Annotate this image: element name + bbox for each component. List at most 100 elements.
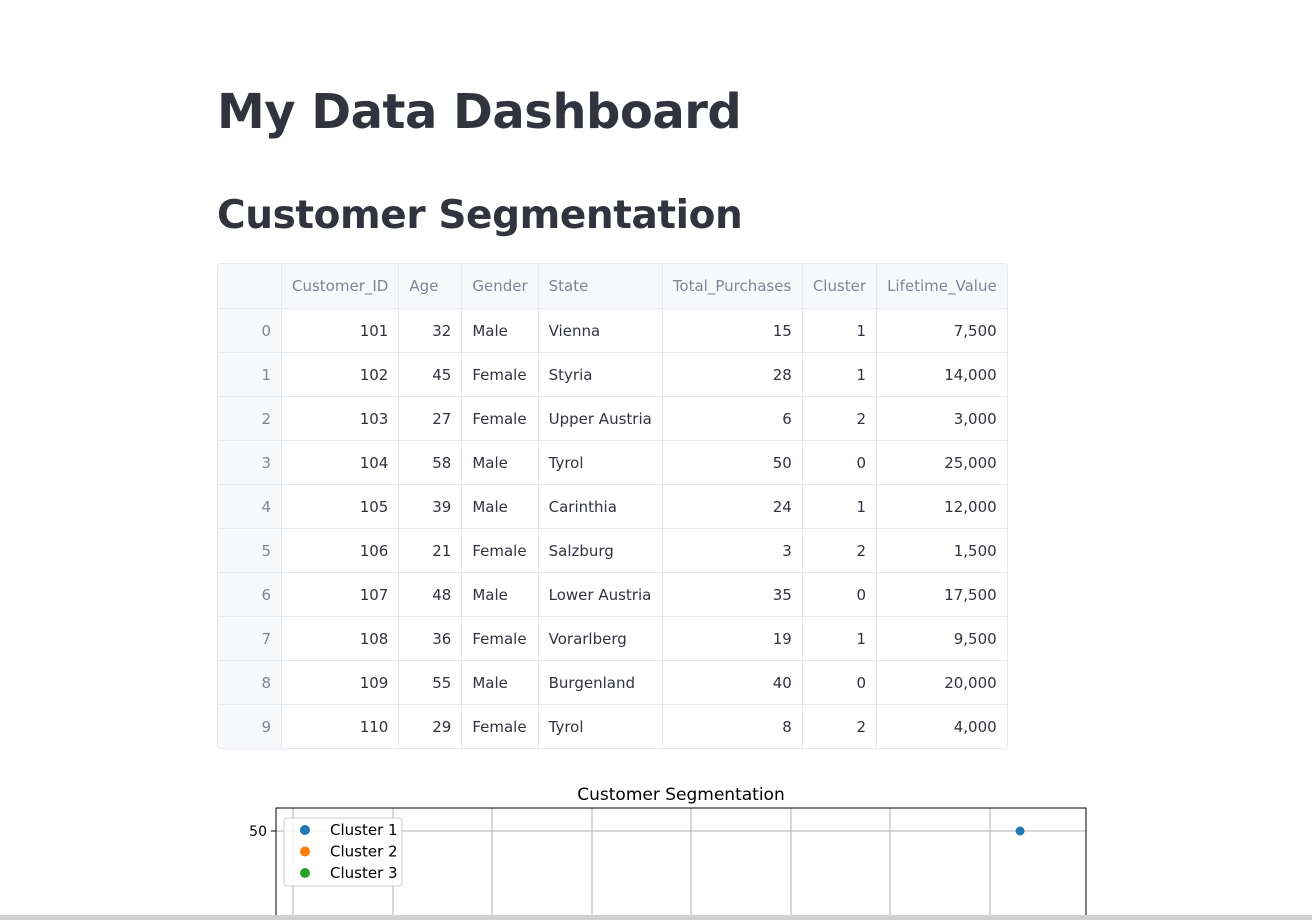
cell-gender[interactable]: Female (461, 704, 539, 748)
cell-cluster[interactable]: 1 (802, 308, 878, 353)
cell-gender[interactable]: Female (461, 528, 539, 573)
cell-age[interactable]: 58 (398, 440, 463, 485)
cell-customer-id[interactable]: 109 (281, 660, 400, 705)
cell-state[interactable]: Tyrol (538, 704, 663, 748)
table-row[interactable]: 6 107 48 Male Lower Austria 35 0 17,500 (218, 572, 1007, 617)
cell-lifetime-value[interactable]: 1,500 (876, 528, 1007, 573)
column-header-lifetime-value[interactable]: Lifetime_Value (876, 264, 1007, 309)
cell-lifetime-value[interactable]: 4,000 (877, 705, 1007, 749)
cell-lifetime-value[interactable]: 20,000 (876, 660, 1007, 705)
cell-customer-id[interactable]: 104 (281, 440, 400, 485)
cell-total-purchases[interactable]: 15 (662, 308, 803, 353)
cell-lifetime-value[interactable]: 14,000 (876, 352, 1007, 397)
column-header-cluster[interactable]: Cluster (802, 264, 878, 309)
cell-index[interactable]: 2 (218, 396, 282, 441)
cell-lifetime-value[interactable]: 25,000 (876, 440, 1007, 485)
cell-index[interactable]: 3 (218, 440, 282, 485)
cell-state[interactable]: Carinthia (538, 484, 663, 529)
cell-total-purchases[interactable]: 50 (662, 440, 803, 485)
cell-index[interactable]: 4 (218, 484, 282, 529)
cell-state[interactable]: Styria (538, 352, 663, 397)
table-row[interactable]: 5 106 21 Female Salzburg 3 2 1,500 (218, 528, 1007, 573)
cell-total-purchases[interactable]: 19 (662, 616, 803, 661)
cell-lifetime-value[interactable]: 12,000 (876, 484, 1007, 529)
cell-age[interactable]: 29 (398, 704, 463, 748)
cell-index[interactable]: 1 (218, 352, 282, 397)
cell-age[interactable]: 21 (398, 528, 463, 573)
column-header-age[interactable]: Age (398, 264, 463, 309)
cell-gender[interactable]: Male (461, 572, 539, 617)
cell-cluster[interactable]: 1 (802, 616, 878, 661)
table-row[interactable]: 3 104 58 Male Tyrol 50 0 25,000 (218, 440, 1007, 485)
cell-index[interactable]: 8 (218, 660, 282, 705)
cell-gender[interactable]: Female (461, 616, 539, 661)
cell-total-purchases[interactable]: 3 (662, 528, 803, 573)
cell-customer-id[interactable]: 107 (281, 572, 400, 617)
cell-total-purchases[interactable]: 8 (662, 704, 803, 748)
cell-customer-id[interactable]: 106 (281, 528, 400, 573)
column-header-state[interactable]: State (538, 264, 663, 309)
table-row[interactable]: 1 102 45 Female Styria 28 1 14,000 (218, 352, 1007, 397)
cell-cluster[interactable]: 2 (802, 396, 878, 441)
cell-lifetime-value[interactable]: 7,500 (876, 308, 1007, 353)
cell-customer-id[interactable]: 102 (281, 352, 400, 397)
cell-index[interactable]: 9 (218, 704, 282, 748)
cell-cluster[interactable]: 1 (802, 484, 878, 529)
cell-customer-id[interactable]: 103 (281, 396, 400, 441)
cell-lifetime-value[interactable]: 3,000 (876, 396, 1007, 441)
cell-state[interactable]: Salzburg (538, 528, 663, 573)
column-header-gender[interactable]: Gender (461, 264, 539, 309)
cell-cluster[interactable]: 0 (802, 440, 878, 485)
cell-age[interactable]: 32 (398, 308, 463, 353)
horizontal-scrollbar[interactable] (0, 915, 1312, 920)
cell-customer-id[interactable]: 110 (281, 704, 400, 748)
customer-dataframe[interactable]: Customer_ID Age Gender State Total_Purch… (217, 263, 1008, 749)
cell-lifetime-value[interactable]: 17,500 (876, 572, 1007, 617)
cell-age[interactable]: 45 (398, 352, 463, 397)
table-row[interactable]: 7 108 36 Female Vorarlberg 19 1 9,500 (218, 616, 1007, 661)
cell-age[interactable]: 48 (398, 572, 463, 617)
cell-state[interactable]: Upper Austria (538, 396, 663, 441)
cell-age[interactable]: 27 (398, 396, 463, 441)
cell-total-purchases[interactable]: 35 (662, 572, 803, 617)
cell-cluster[interactable]: 0 (802, 660, 878, 705)
cell-gender[interactable]: Male (461, 308, 539, 353)
cell-state[interactable]: Tyrol (538, 440, 663, 485)
cell-lifetime-value[interactable]: 9,500 (876, 616, 1007, 661)
cell-customer-id[interactable]: 108 (281, 616, 400, 661)
table-row[interactable]: 2 103 27 Female Upper Austria 6 2 3,000 (218, 396, 1007, 441)
cell-age[interactable]: 39 (398, 484, 463, 529)
table-row[interactable]: 9 110 29 Female Tyrol 8 2 4,000 (218, 704, 1007, 749)
cell-total-purchases[interactable]: 24 (662, 484, 803, 529)
cell-customer-id[interactable]: 101 (281, 308, 400, 353)
cell-index[interactable]: 7 (218, 616, 282, 661)
cell-gender[interactable]: Male (461, 660, 539, 705)
cell-age[interactable]: 55 (398, 660, 463, 705)
cell-cluster[interactable]: 2 (802, 704, 878, 748)
cell-total-purchases[interactable]: 6 (662, 396, 803, 441)
cell-gender[interactable]: Female (461, 352, 539, 397)
table-row[interactable]: 4 105 39 Male Carinthia 24 1 12,000 (218, 484, 1007, 529)
cell-gender[interactable]: Male (461, 440, 539, 485)
cell-total-purchases[interactable]: 28 (662, 352, 803, 397)
cell-state[interactable]: Lower Austria (538, 572, 663, 617)
cell-gender[interactable]: Female (461, 396, 539, 441)
cell-total-purchases[interactable]: 40 (662, 660, 803, 705)
cell-state[interactable]: Vienna (538, 308, 663, 353)
table-row[interactable]: 0 101 32 Male Vienna 15 1 7,500 (218, 308, 1007, 353)
cell-customer-id[interactable]: 105 (281, 484, 400, 529)
cell-index[interactable]: 6 (218, 572, 282, 617)
column-header-customer-id[interactable]: Customer_ID (281, 264, 400, 309)
cell-age[interactable]: 36 (398, 616, 463, 661)
cell-gender[interactable]: Male (461, 484, 539, 529)
cell-state[interactable]: Burgenland (538, 660, 663, 705)
cell-index[interactable]: 5 (218, 528, 282, 573)
table-row[interactable]: 8 109 55 Male Burgenland 40 0 20,000 (218, 660, 1007, 705)
cell-cluster[interactable]: 2 (802, 528, 878, 573)
column-header-total-purchases[interactable]: Total_Purchases (662, 264, 803, 309)
cell-state[interactable]: Vorarlberg (538, 616, 663, 661)
cell-cluster[interactable]: 1 (802, 352, 878, 397)
column-header-index[interactable] (218, 264, 282, 309)
cell-cluster[interactable]: 0 (802, 572, 878, 617)
cell-index[interactable]: 0 (218, 308, 282, 353)
